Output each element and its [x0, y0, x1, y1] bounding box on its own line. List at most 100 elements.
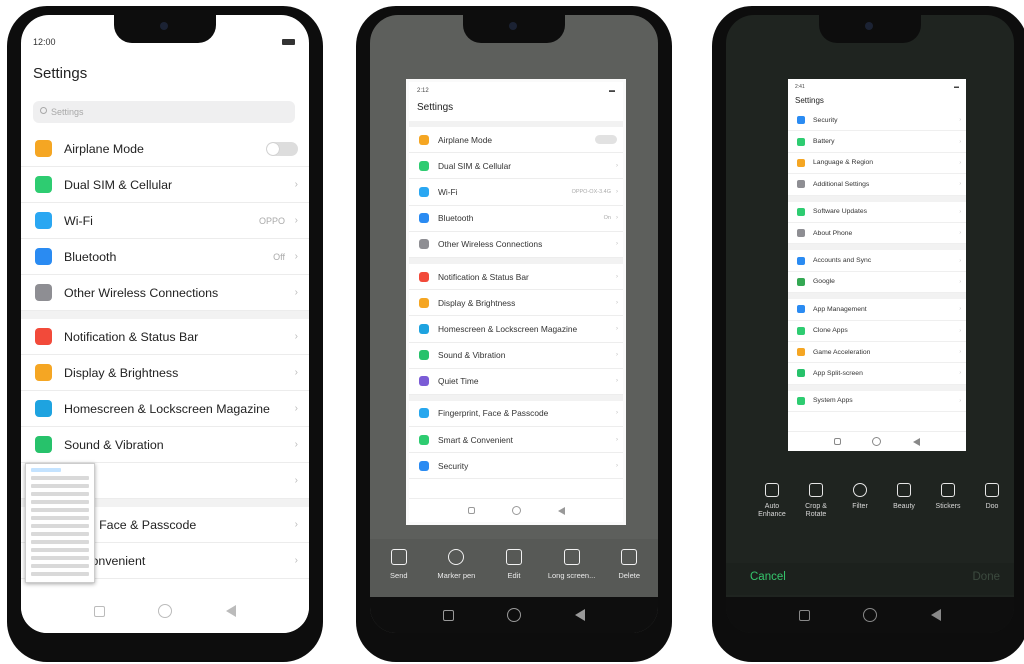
settings-item-label: Airplane Mode — [64, 141, 144, 156]
chevron-right-icon: › — [294, 367, 298, 378]
wi-fi-icon — [35, 212, 52, 229]
home-icon[interactable] — [507, 608, 522, 622]
beauty-tool[interactable]: Beauty — [882, 483, 926, 519]
home-icon[interactable] — [158, 604, 173, 618]
home-icon — [511, 506, 521, 515]
chevron-right-icon: › — [959, 138, 961, 145]
notch — [114, 15, 216, 43]
settings-item-label: Homescreen & Lockscreen Magazine — [438, 323, 578, 334]
long-screen-button[interactable]: Long screen... — [547, 549, 597, 599]
chevron-right-icon: › — [616, 410, 618, 417]
other-wireless-connections-icon — [419, 239, 429, 250]
back-icon[interactable] — [931, 609, 942, 621]
tool-label: Filter — [852, 503, 868, 510]
security-icon — [797, 116, 805, 125]
chevron-right-icon: › — [294, 215, 298, 226]
settings-item-airplane-mode[interactable]: Airplane Mode — [21, 131, 309, 167]
back-icon[interactable] — [575, 609, 586, 621]
chevron-right-icon: › — [959, 257, 961, 264]
recents-icon[interactable] — [442, 609, 454, 621]
chevron-right-icon: › — [294, 475, 298, 486]
settings-item-label: Homescreen & Lockscreen Magazine — [64, 401, 270, 416]
settings-item-security: Security › — [788, 110, 966, 132]
software-updates-icon — [797, 207, 805, 216]
settings-item-notification-status-bar[interactable]: Notification & Status Bar › — [21, 319, 309, 355]
settings-item-other-wireless-connections[interactable]: Other Wireless Connections › — [21, 275, 309, 311]
settings-item-label: App Management — [813, 305, 867, 313]
chevron-right-icon: › — [294, 403, 298, 414]
delete-button[interactable]: Delete — [604, 549, 654, 599]
send-button[interactable]: Send — [374, 549, 424, 599]
settings-item-label: Software Updates — [813, 208, 868, 216]
phone-photo-editor: 2:41 ▬ Settings Security › Battery › Languag… — [712, 6, 1024, 662]
settings-item-label: Display & Brightness — [438, 297, 516, 308]
settings-item-label: Airplane Mode — [438, 134, 493, 145]
back-icon[interactable] — [226, 605, 237, 617]
edit-actions: Cancel Done — [726, 563, 1014, 595]
marker-pen-button[interactable]: Marker pen — [431, 549, 481, 599]
auto-enhance-icon — [765, 483, 779, 497]
status-time: 2:12 — [417, 88, 429, 94]
chevron-right-icon: › — [294, 251, 298, 262]
doodle-tool[interactable]: Doo — [970, 483, 1014, 519]
home-icon[interactable] — [863, 608, 878, 622]
done-button[interactable]: Done — [973, 571, 1001, 595]
crop-tool[interactable]: Crop & Rotate — [794, 483, 838, 519]
fingerprint-face-passcode-icon — [419, 408, 429, 419]
tool-label: Stickers — [935, 503, 961, 510]
marker-pen-icon — [448, 549, 465, 565]
recents-icon[interactable] — [93, 605, 105, 617]
filter-tool[interactable]: Filter — [838, 483, 882, 519]
nav-bar — [370, 597, 658, 633]
settings-item-label: Display & Brightness — [64, 365, 179, 380]
settings-item-wi-fi: Wi-Fi OPPO-OX-3.4G › — [409, 179, 623, 206]
chevron-right-icon: › — [959, 117, 961, 124]
settings-item-dual-sim-cellular[interactable]: Dual SIM & Cellular › — [21, 167, 309, 203]
settings-item-sound-vibration[interactable]: Sound & Vibration › — [21, 427, 309, 463]
chevron-right-icon: › — [294, 439, 298, 450]
system-apps-icon — [797, 396, 805, 405]
settings-item-value: On — [603, 215, 611, 222]
search-placeholder: Settings — [51, 107, 84, 117]
settings-item-label: Smart & Convenient — [438, 434, 513, 445]
screenshot-thumbnail[interactable] — [25, 463, 95, 583]
settings-item-homescreen-lockscreen-magazine[interactable]: Homescreen & Lockscreen Magazine › — [21, 391, 309, 427]
cancel-button[interactable]: Cancel — [750, 571, 786, 595]
settings-item-label: Sound & Vibration — [438, 350, 506, 361]
edit-button[interactable]: Edit — [489, 549, 539, 599]
auto-enhance-tool[interactable]: Auto Enhance — [750, 483, 794, 519]
sticker-tool[interactable]: Stickers — [926, 483, 970, 519]
airplane-toggle — [595, 135, 617, 145]
status-time: 12:00 — [33, 37, 56, 47]
settings-item-display-brightness: Display & Brightness › — [409, 290, 623, 317]
settings-item-label: Dual SIM & Cellular — [438, 160, 512, 171]
settings-item-label: Google — [813, 278, 835, 286]
settings-item-label: App Split-screen — [813, 369, 863, 377]
notification-status-bar-icon — [35, 328, 52, 345]
settings-item-wi-fi[interactable]: Wi-Fi OPPO › — [21, 203, 309, 239]
app-management-icon — [797, 305, 805, 314]
status-time: 2:41 — [795, 84, 805, 90]
settings-item-bluetooth[interactable]: Bluetooth Off › — [21, 239, 309, 275]
settings-item-display-brightness[interactable]: Display & Brightness › — [21, 355, 309, 391]
airplane-toggle[interactable] — [266, 141, 298, 156]
settings-item-accounts-and-sync: Accounts and Sync › — [788, 250, 966, 272]
settings-item-label: Language & Region — [813, 159, 874, 167]
crop-icon — [809, 483, 823, 497]
toolbar-label: Edit — [507, 571, 521, 580]
settings-item-google: Google › — [788, 272, 966, 294]
settings-item-label: Bluetooth — [64, 249, 117, 264]
screenshot-preview[interactable]: 2:12 ▬ Settings Airplane Mode Dual SIM & … — [406, 79, 626, 525]
settings-screen: 12:00 Settings Settings Airplane Mode Dua… — [21, 15, 309, 633]
settings-item-sound-vibration: Sound & Vibration › — [409, 343, 623, 369]
homescreen-lockscreen-magazine-icon — [35, 400, 52, 417]
recents-icon[interactable] — [798, 609, 810, 621]
search-input[interactable]: Settings — [33, 101, 295, 123]
chevron-right-icon: › — [294, 331, 298, 342]
clone-apps-icon — [797, 326, 805, 335]
settings-item-label: Battery — [813, 138, 835, 146]
settings-item-label: Accounts and Sync — [813, 257, 872, 265]
about-phone-icon — [797, 229, 805, 238]
settings-item-airplane-mode: Airplane Mode — [409, 127, 623, 154]
settings-item-label: Bluetooth — [438, 213, 474, 224]
